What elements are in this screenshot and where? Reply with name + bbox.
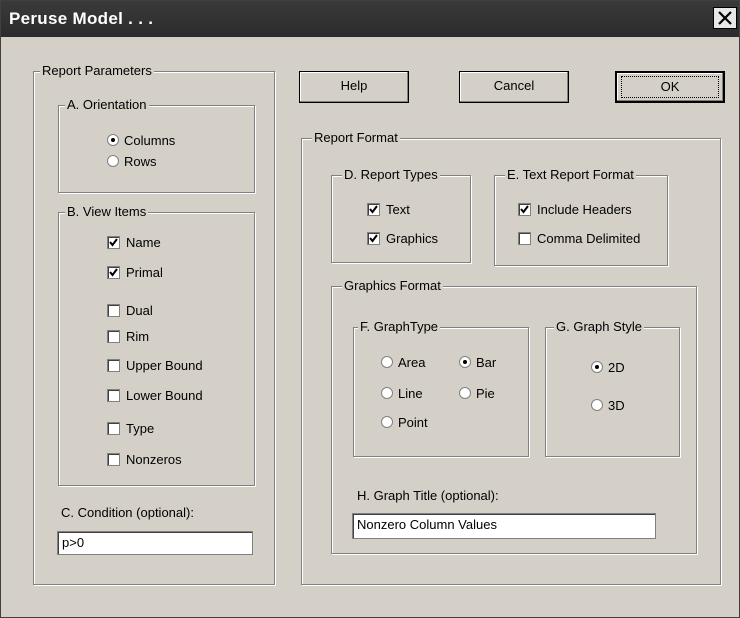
checkmark-icon (369, 205, 378, 214)
graph-type-area[interactable]: Area (381, 355, 425, 370)
view-item-type[interactable]: Type (107, 421, 154, 436)
view-item-upper-bound[interactable]: Upper Bound (107, 358, 203, 373)
radio-3d[interactable] (591, 399, 603, 411)
graph-style-label: G. Graph Style (554, 319, 644, 334)
graph-title-label: H. Graph Title (optional): (357, 488, 499, 503)
title-bar[interactable]: Peruse Model . . . (1, 1, 739, 37)
comma-delimited-option[interactable]: Comma Delimited (518, 231, 640, 246)
close-icon (718, 11, 732, 25)
text-report-format-label: E. Text Report Format (505, 167, 636, 182)
ok-button[interactable]: OK (615, 71, 725, 103)
checkbox-upper-bound[interactable] (107, 359, 120, 372)
comma-delimited-label: Comma Delimited (537, 231, 641, 246)
checkbox-nonzeros[interactable] (107, 453, 120, 466)
close-button[interactable] (713, 7, 737, 29)
radio-bar[interactable] (459, 356, 471, 368)
include-headers-label: Include Headers (537, 202, 632, 217)
radio-2d[interactable] (591, 361, 603, 373)
radio-line[interactable] (381, 387, 393, 399)
radio-pie[interactable] (459, 387, 471, 399)
radio-area[interactable] (381, 356, 393, 368)
ok-button-label: OK (621, 76, 719, 98)
view-item-rim-label: Rim (126, 329, 150, 344)
graph-type-area-label: Area (398, 355, 426, 370)
peruse-model-dialog: Peruse Model . . . Report Parameters A. … (0, 0, 740, 618)
help-button[interactable]: Help (299, 71, 409, 103)
checkbox-lower-bound[interactable] (107, 389, 120, 402)
view-item-upper-bound-label: Upper Bound (126, 358, 203, 373)
cancel-button[interactable]: Cancel (459, 71, 569, 103)
report-format-label: Report Format (312, 130, 400, 145)
graph-type-line[interactable]: Line (381, 386, 423, 401)
view-item-nonzeros[interactable]: Nonzeros (107, 452, 182, 467)
graph-type-point[interactable]: Point (381, 415, 428, 430)
graph-type-bar[interactable]: Bar (459, 355, 496, 370)
checkbox-rim[interactable] (107, 330, 120, 343)
checkbox-graphics[interactable] (367, 232, 380, 245)
checkmark-icon (369, 234, 378, 243)
view-item-dual-label: Dual (126, 303, 153, 318)
checkbox-type[interactable] (107, 422, 120, 435)
graph-type-bar-label: Bar (476, 355, 497, 370)
checkbox-name[interactable] (107, 236, 120, 249)
graph-style-2d[interactable]: 2D (591, 360, 625, 375)
graph-style-3d-label: 3D (608, 398, 625, 413)
view-items-group: B. View Items (58, 204, 255, 486)
checkmark-icon (109, 268, 118, 277)
radio-rows-label: Rows (124, 154, 157, 169)
view-items-label: B. View Items (65, 204, 149, 219)
view-item-dual[interactable]: Dual (107, 303, 153, 318)
graph-type-pie[interactable]: Pie (459, 386, 495, 401)
window-title: Peruse Model . . . (9, 9, 154, 28)
checkbox-comma-delimited[interactable] (518, 232, 531, 245)
view-item-type-label: Type (126, 421, 155, 436)
graph-style-2d-label: 2D (608, 360, 625, 375)
checkbox-text[interactable] (367, 203, 380, 216)
report-types-group: D. Report Types (331, 167, 471, 263)
graph-style-group: G. Graph Style (545, 319, 680, 457)
graph-style-3d[interactable]: 3D (591, 398, 625, 413)
checkmark-icon (520, 205, 529, 214)
graphics-format-label: Graphics Format (342, 278, 443, 293)
report-type-text[interactable]: Text (367, 202, 410, 217)
radio-point[interactable] (381, 416, 393, 428)
orientation-label: A. Orientation (65, 97, 149, 112)
text-report-format-group: E. Text Report Format (494, 167, 668, 266)
report-type-graphics-label: Graphics (386, 231, 439, 246)
report-type-text-label: Text (386, 202, 410, 217)
view-item-lower-bound-label: Lower Bound (126, 388, 203, 403)
checkbox-primal[interactable] (107, 266, 120, 279)
checkbox-dual[interactable] (107, 304, 120, 317)
report-types-label: D. Report Types (342, 167, 440, 182)
orientation-radio-rows[interactable]: Rows (107, 154, 157, 169)
radio-columns-label: Columns (124, 133, 176, 148)
view-item-primal[interactable]: Primal (107, 265, 163, 280)
radio-columns[interactable] (107, 134, 119, 146)
graph-type-line-label: Line (398, 386, 423, 401)
orientation-group: A. Orientation (58, 97, 255, 193)
include-headers-option[interactable]: Include Headers (518, 202, 632, 217)
graph-type-label: F. GraphType (358, 319, 441, 334)
view-item-name[interactable]: Name (107, 235, 161, 250)
graph-type-point-label: Point (398, 415, 428, 430)
checkbox-include-headers[interactable] (518, 203, 531, 216)
orientation-radio-columns[interactable]: Columns (107, 133, 175, 148)
report-type-graphics[interactable]: Graphics (367, 231, 438, 246)
graph-type-pie-label: Pie (476, 386, 495, 401)
graph-title-input[interactable]: Nonzero Column Values (352, 513, 656, 539)
condition-label: C. Condition (optional): (61, 505, 194, 520)
checkmark-icon (109, 238, 118, 247)
view-item-name-label: Name (126, 235, 161, 250)
view-item-rim[interactable]: Rim (107, 329, 149, 344)
report-parameters-label: Report Parameters (40, 63, 154, 78)
radio-rows[interactable] (107, 155, 119, 167)
view-item-lower-bound[interactable]: Lower Bound (107, 388, 203, 403)
graph-type-group: F. GraphType (353, 319, 529, 457)
view-item-primal-label: Primal (126, 265, 163, 280)
condition-input[interactable]: p>0 (57, 531, 253, 555)
view-item-nonzeros-label: Nonzeros (126, 452, 182, 467)
